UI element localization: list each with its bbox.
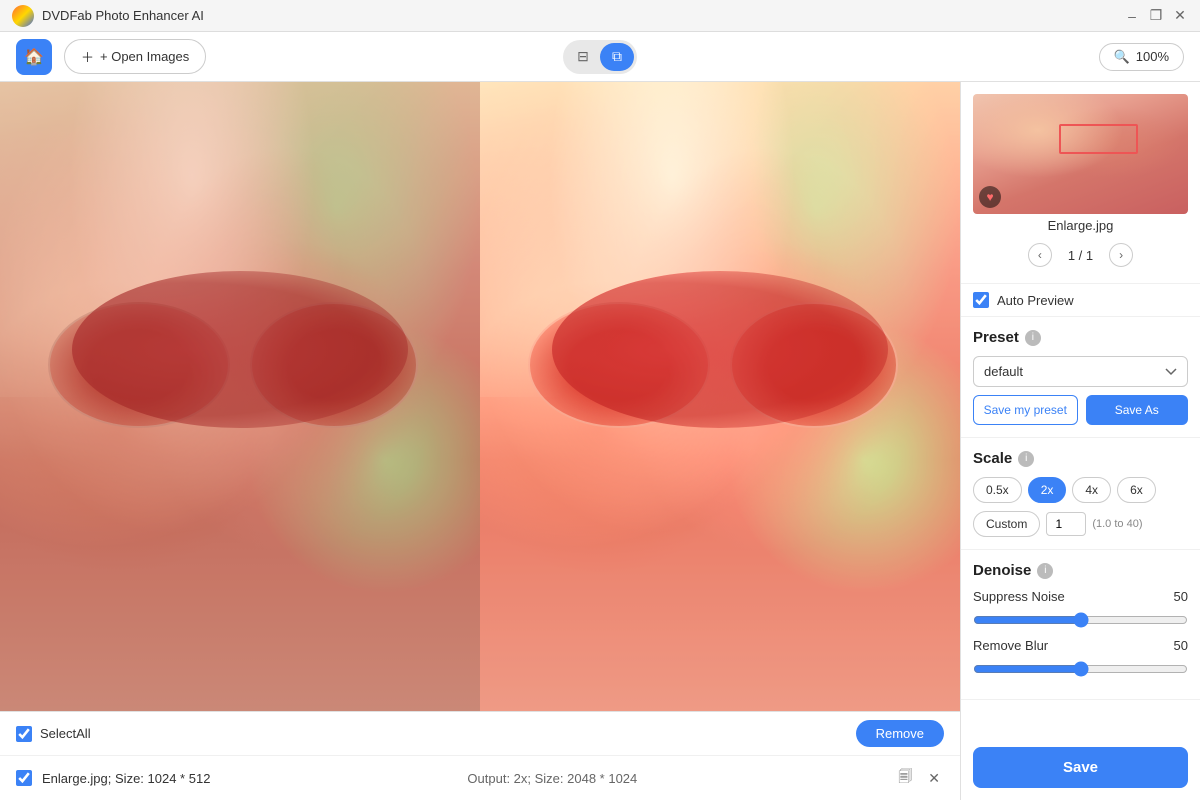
file-actions: 🗐 ✕: [894, 764, 944, 792]
save-as-button[interactable]: Save As: [1086, 395, 1189, 425]
minimize-button[interactable]: –: [1124, 8, 1140, 24]
scale-buttons: 0.5x 2x 4x 6x: [973, 477, 1188, 503]
home-button[interactable]: 🏠: [16, 39, 52, 75]
remove-blur-label: Remove Blur: [973, 638, 1158, 653]
title-bar: DVDFab Photo Enhancer AI – ❐ ✕: [0, 0, 1200, 32]
zoom-icon: 🔍: [1114, 49, 1130, 65]
image-count: 1 / 1: [1068, 248, 1093, 263]
zoom-value: 100%: [1136, 49, 1169, 64]
auto-preview-label: Auto Preview: [997, 293, 1074, 308]
custom-scale-input[interactable]: [1046, 512, 1086, 536]
save-my-preset-button[interactable]: Save my preset: [973, 395, 1078, 425]
custom-scale-row: Custom (1.0 to 40): [973, 511, 1188, 537]
sunglasses-right-enhanced: [730, 302, 898, 428]
close-button[interactable]: ✕: [1172, 8, 1188, 24]
scale-6x-button[interactable]: 6x: [1117, 477, 1156, 503]
select-all-bar: SelectAll Remove: [0, 712, 960, 756]
save-section: Save: [961, 735, 1200, 800]
view-split-button[interactable]: ⊟: [566, 43, 600, 71]
view-toggle: ⊟ ⧉: [563, 40, 637, 74]
toolbar: 🏠 ＋ + Open Images ⊟ ⧉ 🔍 100%: [0, 32, 1200, 82]
custom-scale-button[interactable]: Custom: [973, 511, 1040, 537]
select-all-text: SelectAll: [40, 726, 91, 741]
select-all-label[interactable]: SelectAll: [16, 726, 91, 742]
maximize-button[interactable]: ❐: [1148, 8, 1164, 24]
preset-dropdown[interactable]: default custom1 custom2: [973, 356, 1188, 387]
select-all-checkbox[interactable]: [16, 726, 32, 742]
scale-title: Scale: [973, 450, 1012, 467]
window-controls: – ❐ ✕: [1124, 8, 1188, 24]
denoise-section: Denoise i Suppress Noise 50 Remove Blur …: [961, 550, 1200, 700]
file-checkbox[interactable]: [16, 770, 32, 786]
thumbnail-area: ♥ Enlarge.jpg ‹ 1 / 1 ›: [961, 82, 1200, 284]
hair-highlight-enhanced: [480, 82, 960, 397]
file-item: Enlarge.jpg; Size: 1024 * 512 Output: 2x…: [0, 756, 960, 800]
next-image-button[interactable]: ›: [1109, 243, 1133, 267]
right-panel: ♥ Enlarge.jpg ‹ 1 / 1 › Auto Preview Pre…: [960, 82, 1200, 800]
save-button[interactable]: Save: [973, 747, 1188, 788]
enhanced-image: [480, 82, 960, 711]
open-images-label: + Open Images: [100, 49, 189, 64]
face-icon: ♥: [979, 186, 1001, 208]
open-images-button[interactable]: ＋ + Open Images: [64, 39, 206, 74]
preset-section-header: Preset i: [973, 329, 1188, 346]
preset-info-icon[interactable]: i: [1025, 330, 1041, 346]
thumbnail-image: ♥: [973, 94, 1188, 214]
file-name: Enlarge.jpg; Size: 1024 * 512: [42, 771, 210, 786]
custom-scale-range: (1.0 to 40): [1092, 518, 1142, 530]
app-logo: [12, 5, 34, 27]
hair-highlight: [0, 82, 480, 397]
scale-05x-button[interactable]: 0.5x: [973, 477, 1022, 503]
suppress-noise-label: Suppress Noise: [973, 589, 1158, 604]
remove-blur-value: 50: [1158, 638, 1188, 653]
preset-buttons: Save my preset Save As: [973, 395, 1188, 425]
image-enhanced: [480, 82, 960, 711]
scale-section: Scale i 0.5x 2x 4x 6x Custom (1.0 to 40): [961, 438, 1200, 550]
remove-blur-row: Remove Blur 50: [973, 638, 1188, 653]
thumbnail-nav: ‹ 1 / 1 ›: [973, 235, 1188, 271]
suppress-noise-value: 50: [1158, 589, 1188, 604]
zoom-control: 🔍 100%: [1099, 43, 1184, 71]
preset-title: Preset: [973, 329, 1019, 346]
denoise-title: Denoise: [973, 562, 1031, 579]
auto-preview-checkbox[interactable]: [973, 292, 989, 308]
copy-file-button[interactable]: 🗐: [894, 764, 916, 792]
app-title: DVDFab Photo Enhancer AI: [42, 8, 1188, 23]
preset-section: Preset i default custom1 custom2 Save my…: [961, 317, 1200, 438]
sunglasses-right: [250, 302, 418, 428]
scale-2x-button[interactable]: 2x: [1028, 477, 1067, 503]
suppress-noise-row: Suppress Noise 50: [973, 589, 1188, 604]
file-list-area: SelectAll Remove Enlarge.jpg; Size: 1024…: [0, 711, 960, 800]
suppress-noise-slider[interactable]: [973, 612, 1188, 628]
file-checkbox-label[interactable]: [16, 770, 32, 786]
file-output: Output: 2x; Size: 2048 * 1024: [220, 771, 884, 786]
denoise-section-header: Denoise i: [973, 562, 1188, 579]
auto-preview-row: Auto Preview: [961, 284, 1200, 317]
thumbnail-filename: Enlarge.jpg: [973, 214, 1188, 235]
delete-file-button[interactable]: ✕: [924, 764, 944, 792]
plus-icon: ＋: [81, 47, 94, 66]
original-image: [0, 82, 480, 711]
view-compare-button[interactable]: ⧉: [600, 43, 634, 71]
remove-button[interactable]: Remove: [856, 720, 944, 747]
image-panel: SelectAll Remove Enlarge.jpg; Size: 1024…: [0, 82, 960, 800]
denoise-info-icon[interactable]: i: [1037, 563, 1053, 579]
scale-4x-button[interactable]: 4x: [1072, 477, 1111, 503]
scale-info-icon[interactable]: i: [1018, 451, 1034, 467]
main-content: SelectAll Remove Enlarge.jpg; Size: 1024…: [0, 82, 1200, 800]
image-viewport: [0, 82, 960, 711]
scale-section-header: Scale i: [973, 450, 1188, 467]
prev-image-button[interactable]: ‹: [1028, 243, 1052, 267]
image-original: [0, 82, 480, 711]
remove-blur-slider[interactable]: [973, 661, 1188, 677]
